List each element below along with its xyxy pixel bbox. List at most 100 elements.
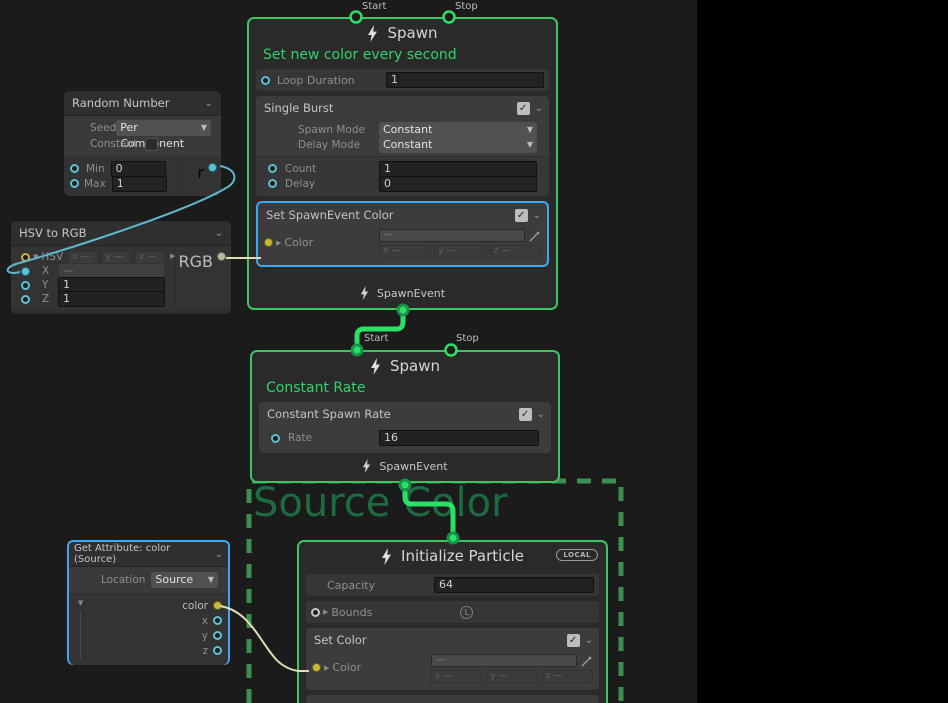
vfx-graph-canvas[interactable]: Source Color Start Stop Spawn Set new co… bbox=[0, 0, 948, 703]
spawn-mode-dropdown[interactable]: Constant▼ bbox=[379, 122, 537, 138]
chevron-down-icon[interactable]: ⌄ bbox=[537, 409, 545, 420]
spawn-context-2[interactable]: Spawn Constant Rate Constant Spawn Rate … bbox=[250, 350, 560, 483]
location-dropdown[interactable]: Source▼ bbox=[151, 572, 218, 588]
r-output-port[interactable] bbox=[208, 163, 217, 172]
collapse-down-icon[interactable]: ▼ bbox=[78, 599, 83, 607]
expand-right-icon[interactable]: ▶ bbox=[323, 608, 328, 616]
expand-down-icon[interactable]: ▼ bbox=[33, 253, 38, 261]
bounds-label: Bounds bbox=[331, 606, 372, 619]
location-label: Location bbox=[101, 574, 145, 586]
bounds-port[interactable] bbox=[311, 608, 320, 617]
x-output-port[interactable] bbox=[213, 616, 222, 625]
z-output-label: z bbox=[202, 645, 208, 657]
constant-spawn-rate-block[interactable]: Constant Spawn Rate ✓ ⌄ Rate 16 bbox=[259, 402, 551, 453]
expand-right-icon[interactable]: ▶ bbox=[324, 664, 329, 683]
eyedropper-icon[interactable] bbox=[581, 655, 593, 667]
constant-spawn-rate-checkbox[interactable]: ✓ bbox=[519, 408, 532, 421]
color-z-field[interactable]: z— bbox=[490, 245, 541, 258]
single-burst-block[interactable]: Single Burst ✓ ⌄ Spawn Mode Constant▼ De… bbox=[256, 96, 549, 196]
hsv-y-field[interactable]: y— bbox=[102, 251, 132, 264]
max-input[interactable]: 1 bbox=[112, 176, 167, 192]
set-color-block[interactable]: Set Color ✓ ⌄ ▶ Color — x— bbox=[306, 628, 599, 690]
hsv-x-port[interactable] bbox=[21, 267, 30, 276]
rate-input[interactable]: 16 bbox=[379, 430, 539, 446]
random-number-node[interactable]: Random Number ⌄ Seed Per Component▼ Cons… bbox=[63, 90, 222, 195]
set-color-title: Set Color bbox=[314, 633, 367, 647]
set-color-checkbox[interactable]: ✓ bbox=[567, 634, 580, 647]
count-port[interactable] bbox=[268, 164, 277, 173]
hsv-x-field[interactable]: x— bbox=[68, 251, 98, 264]
color-swatch-field[interactable]: — bbox=[431, 654, 577, 667]
hsv-to-rgb-node[interactable]: HSV to RGB ⌄ ▼ HSV x— y— z— X — bbox=[10, 220, 232, 315]
hsv-z-input[interactable]: 1 bbox=[58, 291, 165, 307]
delay-label: Delay bbox=[285, 178, 315, 190]
rgb-output-label: RGB bbox=[179, 252, 214, 271]
z-output-port[interactable] bbox=[213, 646, 222, 655]
expand-right-icon[interactable]: ▶ bbox=[276, 239, 281, 258]
initialize-particle-node[interactable]: Initialize Particle LOCAL Capacity 64 ▶ … bbox=[297, 540, 608, 703]
color-x-field[interactable]: x— bbox=[431, 670, 482, 683]
chevron-down-icon[interactable]: ⌄ bbox=[215, 549, 223, 560]
color-y-field[interactable]: y— bbox=[434, 245, 485, 258]
capacity-input[interactable]: 64 bbox=[434, 577, 594, 593]
delay-mode-label: Delay Mode bbox=[298, 139, 360, 151]
spawn-context-1[interactable]: Spawn Set new color every second Loop Du… bbox=[247, 17, 558, 310]
expand-right-icon[interactable]: ▶ bbox=[170, 252, 175, 260]
spawnevent-output-label: SpawnEvent bbox=[377, 287, 445, 300]
lightning-icon bbox=[370, 358, 381, 375]
color-output-label: color bbox=[182, 600, 208, 612]
chevron-down-icon[interactable]: ⌄ bbox=[535, 103, 543, 114]
set-color-label: Color bbox=[332, 661, 361, 683]
spawn1-note[interactable]: Set new color every second bbox=[249, 47, 556, 67]
single-burst-title: Single Burst bbox=[264, 101, 333, 115]
color-z-field[interactable]: z— bbox=[542, 670, 593, 683]
dropdown-arrow-icon: ▼ bbox=[527, 137, 533, 153]
rgb-output-port[interactable] bbox=[217, 252, 226, 261]
delay-mode-dropdown[interactable]: Constant▼ bbox=[379, 137, 537, 153]
loop-duration-input[interactable]: 1 bbox=[386, 72, 544, 88]
hsv-y-port[interactable] bbox=[21, 281, 30, 290]
initialize-title: Initialize Particle bbox=[401, 547, 524, 565]
hsv-input-port[interactable] bbox=[21, 253, 30, 262]
spawn2-note[interactable]: Constant Rate bbox=[252, 380, 558, 400]
hsv-z-port[interactable] bbox=[21, 295, 30, 304]
color-x-field[interactable]: x— bbox=[379, 245, 430, 258]
eyedropper-icon[interactable] bbox=[529, 230, 541, 242]
color-swatch-field[interactable]: — bbox=[379, 229, 525, 242]
loop-duration-port[interactable] bbox=[261, 76, 270, 85]
capacity-label: Capacity bbox=[327, 579, 375, 592]
spawnevent-color-label: Color bbox=[284, 236, 313, 258]
rate-label: Rate bbox=[288, 432, 312, 444]
single-burst-enabled-checkbox[interactable]: ✓ bbox=[517, 102, 530, 115]
set-spawnevent-color-checkbox[interactable]: ✓ bbox=[515, 209, 528, 222]
seed-dropdown[interactable]: Per Component▼ bbox=[116, 120, 211, 136]
r-output-label: r bbox=[197, 163, 204, 182]
hsv-z-field[interactable]: z— bbox=[135, 251, 165, 264]
spawn2-footer: SpawnEvent bbox=[252, 453, 558, 479]
min-port[interactable] bbox=[70, 164, 79, 173]
color-y-field[interactable]: y— bbox=[486, 670, 537, 683]
set-spawnevent-color-block[interactable]: Set SpawnEvent Color ✓ ⌄ ▶ Color — bbox=[256, 201, 549, 267]
hsv-to-rgb-title: HSV to RGB bbox=[19, 226, 86, 240]
max-port[interactable] bbox=[70, 179, 79, 188]
delay-port[interactable] bbox=[268, 179, 277, 188]
initialize-header: Initialize Particle LOCAL bbox=[299, 542, 606, 570]
local-space-badge[interactable]: LOCAL bbox=[556, 549, 598, 561]
chevron-down-icon[interactable]: ⌄ bbox=[533, 210, 541, 221]
min-input[interactable]: 0 bbox=[111, 161, 166, 177]
y-output-port[interactable] bbox=[213, 631, 222, 640]
group-title[interactable]: Source Color bbox=[253, 480, 508, 526]
count-input[interactable]: 1 bbox=[379, 161, 537, 177]
max-label: Max bbox=[84, 178, 106, 190]
get-attribute-node[interactable]: Get Attribute: color (Source) ⌄ Location… bbox=[67, 540, 230, 665]
set-color-port[interactable] bbox=[312, 663, 321, 672]
rate-port[interactable] bbox=[271, 434, 280, 443]
constant-checkbox[interactable]: ✓ bbox=[145, 138, 158, 151]
chevron-down-icon[interactable]: ⌄ bbox=[205, 98, 213, 109]
chevron-down-icon[interactable]: ⌄ bbox=[585, 635, 593, 646]
spawn1-start-port-label: Start bbox=[362, 1, 386, 12]
spawnevent-color-port[interactable] bbox=[264, 238, 273, 247]
chevron-down-icon[interactable]: ⌄ bbox=[215, 228, 223, 239]
color-output-port[interactable] bbox=[213, 601, 222, 610]
delay-input[interactable]: 0 bbox=[379, 176, 537, 192]
